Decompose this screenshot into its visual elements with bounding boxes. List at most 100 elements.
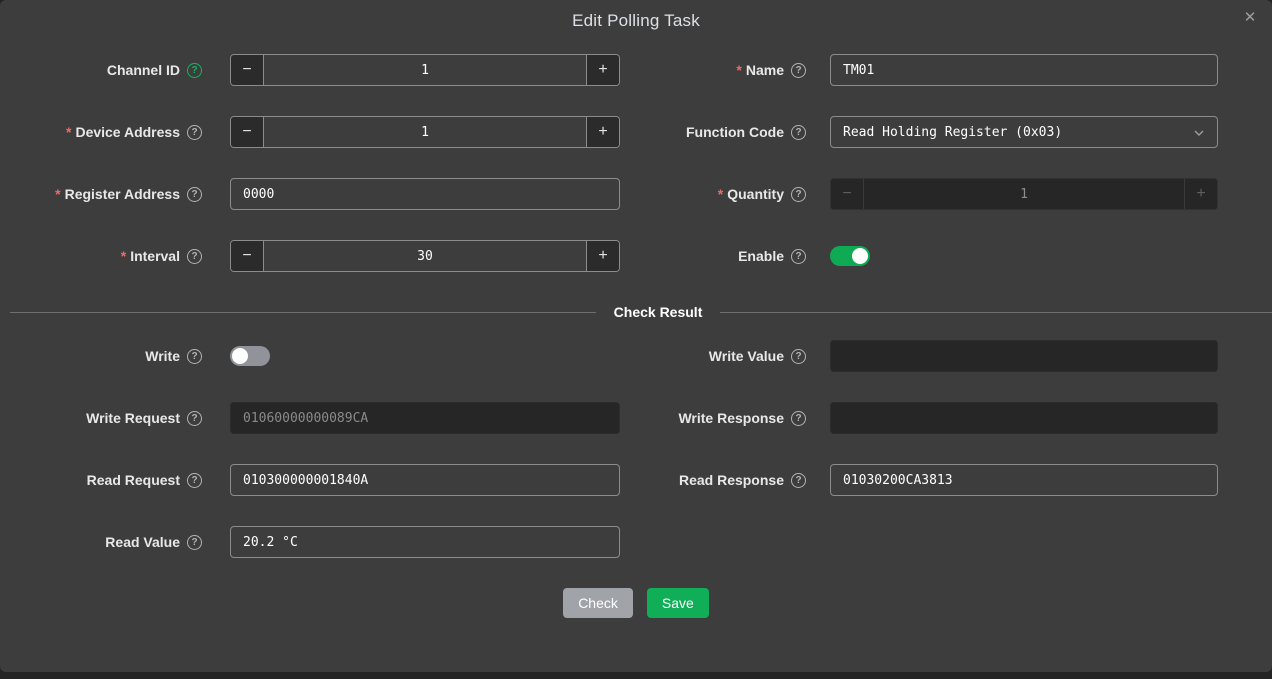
help-icon[interactable]: ? bbox=[187, 535, 202, 550]
help-icon[interactable]: ? bbox=[791, 349, 806, 364]
name-input[interactable] bbox=[830, 54, 1218, 86]
help-icon[interactable]: ? bbox=[791, 63, 806, 78]
interval-stepper: − 30 + bbox=[230, 240, 620, 272]
function-code-select[interactable]: Read Holding Register (0x03) bbox=[830, 116, 1218, 148]
decrement-button[interactable]: − bbox=[231, 55, 264, 85]
form-row: Read Request ? Read Response ? bbox=[40, 464, 1272, 496]
help-icon[interactable]: ? bbox=[187, 411, 202, 426]
increment-button[interactable]: + bbox=[586, 117, 619, 147]
field-write: Write ? bbox=[40, 340, 620, 372]
label-text: Write Response bbox=[678, 410, 784, 426]
form-row: * Device Address ? − 1 + Function Code ?… bbox=[40, 116, 1272, 148]
field-device-address: * Device Address ? − 1 + bbox=[40, 116, 620, 148]
save-button[interactable]: Save bbox=[647, 588, 709, 618]
form-row: Write ? Write Value ? bbox=[40, 340, 1272, 372]
write-toggle[interactable] bbox=[230, 346, 270, 366]
close-icon[interactable]: ✕ bbox=[1240, 8, 1260, 28]
label-text: Read Request bbox=[87, 472, 180, 488]
increment-button[interactable]: + bbox=[586, 241, 619, 271]
enable-toggle-wrap bbox=[830, 246, 1218, 266]
label-text: Write Value bbox=[709, 348, 784, 364]
field-write-value: Write Value ? bbox=[640, 340, 1218, 372]
write-toggle-wrap bbox=[230, 346, 620, 366]
help-icon[interactable]: ? bbox=[187, 473, 202, 488]
help-icon[interactable]: ? bbox=[791, 411, 806, 426]
help-icon[interactable]: ? bbox=[791, 249, 806, 264]
read-request-label: Read Request ? bbox=[40, 472, 202, 488]
form-row: * Register Address ? * Quantity ? − 1 + bbox=[40, 178, 1272, 210]
polling-task-form: Channel ID ? − 1 + * Name ? bbox=[0, 31, 1272, 618]
write-request-label: Write Request ? bbox=[40, 410, 202, 426]
dialog-actions: Check Save bbox=[0, 588, 1272, 618]
quantity-label: * Quantity ? bbox=[640, 186, 806, 202]
register-address-input[interactable] bbox=[230, 178, 620, 210]
enable-toggle[interactable] bbox=[830, 246, 870, 266]
write-label: Write ? bbox=[40, 348, 202, 364]
decrement-button[interactable]: − bbox=[231, 241, 264, 271]
stepper-value[interactable]: 30 bbox=[264, 241, 586, 271]
form-row: * Interval ? − 30 + Enable ? bbox=[40, 240, 1272, 272]
label-text: Read Response bbox=[679, 472, 784, 488]
label-text: Enable bbox=[738, 248, 784, 264]
device-address-label: * Device Address ? bbox=[40, 124, 202, 140]
interval-label: * Interval ? bbox=[40, 248, 202, 264]
field-channel-id: Channel ID ? − 1 + bbox=[40, 54, 620, 86]
channel-id-stepper: − 1 + bbox=[230, 54, 620, 86]
increment-button[interactable]: + bbox=[586, 55, 619, 85]
label-text: Interval bbox=[130, 248, 180, 264]
required-marker: * bbox=[718, 186, 723, 202]
divider-line bbox=[720, 312, 1272, 313]
dialog-title: Edit Polling Task bbox=[0, 0, 1272, 31]
help-icon[interactable]: ? bbox=[791, 125, 806, 140]
field-enable: Enable ? bbox=[640, 240, 1218, 272]
decrement-button: − bbox=[831, 179, 864, 209]
toggle-knob bbox=[232, 348, 248, 364]
field-write-response: Write Response ? bbox=[640, 402, 1218, 434]
read-response-input[interactable] bbox=[830, 464, 1218, 496]
write-response-input bbox=[830, 402, 1218, 434]
increment-button: + bbox=[1184, 179, 1217, 209]
required-marker: * bbox=[55, 186, 60, 202]
write-response-label: Write Response ? bbox=[640, 410, 806, 426]
field-register-address: * Register Address ? bbox=[40, 178, 620, 210]
help-icon[interactable]: ? bbox=[791, 187, 806, 202]
field-read-value: Read Value ? bbox=[40, 526, 620, 558]
stepper-value: 1 bbox=[864, 179, 1184, 209]
read-value-input[interactable] bbox=[230, 526, 620, 558]
help-icon[interactable]: ? bbox=[791, 473, 806, 488]
form-row: Write Request ? Write Response ? bbox=[40, 402, 1272, 434]
label-text: Register Address bbox=[65, 186, 180, 202]
divider-label: Check Result bbox=[596, 304, 721, 320]
register-address-label: * Register Address ? bbox=[40, 186, 202, 202]
toggle-knob bbox=[852, 248, 868, 264]
write-value-label: Write Value ? bbox=[640, 348, 806, 364]
check-button[interactable]: Check bbox=[563, 588, 633, 618]
write-value-input bbox=[830, 340, 1218, 372]
form-row: Read Value ? bbox=[40, 526, 1272, 558]
device-address-stepper: − 1 + bbox=[230, 116, 620, 148]
required-marker: * bbox=[121, 248, 126, 264]
help-icon[interactable]: ? bbox=[187, 63, 202, 78]
help-icon[interactable]: ? bbox=[187, 349, 202, 364]
enable-label: Enable ? bbox=[640, 248, 806, 264]
channel-id-label: Channel ID ? bbox=[40, 62, 202, 78]
chevron-down-icon bbox=[1193, 127, 1205, 139]
label-text: Write Request bbox=[86, 410, 180, 426]
stepper-value[interactable]: 1 bbox=[264, 117, 586, 147]
read-request-input[interactable] bbox=[230, 464, 620, 496]
label-text: Name bbox=[746, 62, 784, 78]
required-marker: * bbox=[66, 124, 71, 140]
label-text: Quantity bbox=[727, 186, 784, 202]
field-interval: * Interval ? − 30 + bbox=[40, 240, 620, 272]
field-read-request: Read Request ? bbox=[40, 464, 620, 496]
decrement-button[interactable]: − bbox=[231, 117, 264, 147]
label-text: Channel ID bbox=[107, 62, 180, 78]
help-icon[interactable]: ? bbox=[187, 249, 202, 264]
field-write-request: Write Request ? bbox=[40, 402, 620, 434]
function-code-label: Function Code ? bbox=[640, 124, 806, 140]
stepper-value[interactable]: 1 bbox=[264, 55, 586, 85]
label-text: Read Value bbox=[105, 534, 180, 550]
quantity-stepper: − 1 + bbox=[830, 178, 1218, 210]
help-icon[interactable]: ? bbox=[187, 187, 202, 202]
help-icon[interactable]: ? bbox=[187, 125, 202, 140]
